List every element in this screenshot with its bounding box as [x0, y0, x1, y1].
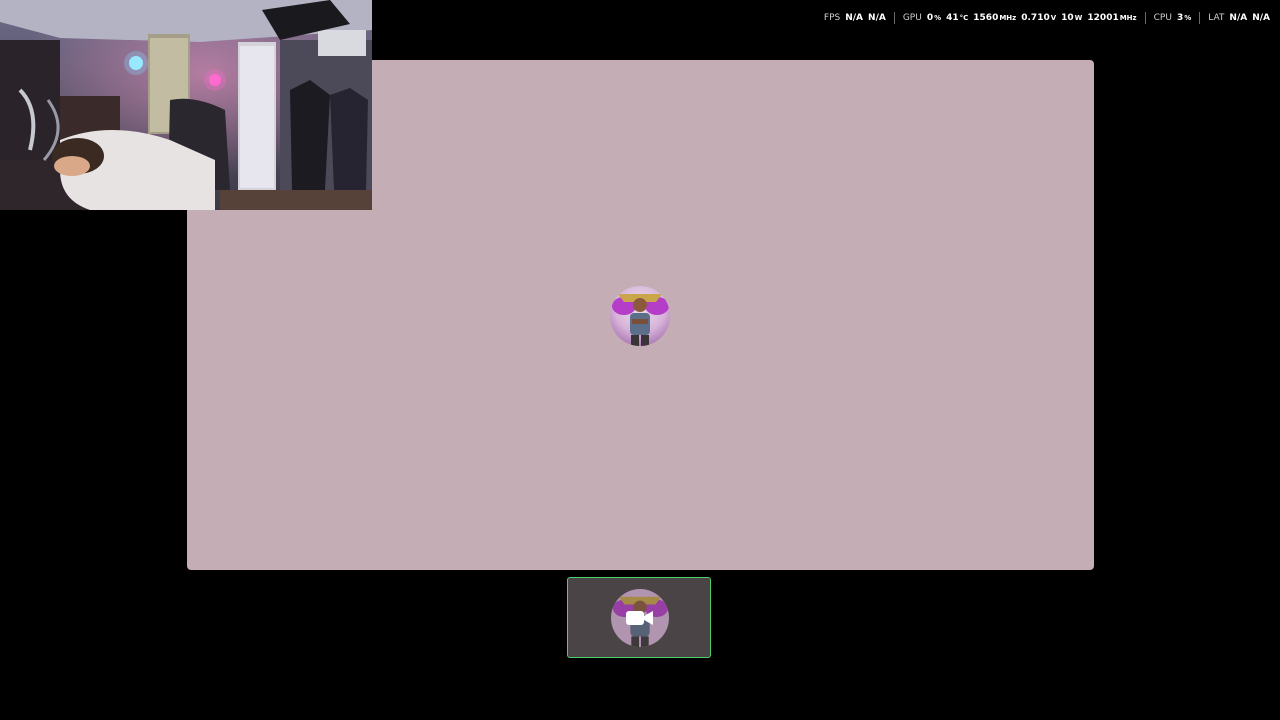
gpu-usage-unit: % — [934, 14, 942, 22]
gpu-label: GPU — [902, 13, 922, 23]
gpu-memclock-unit: MHz — [1119, 14, 1137, 22]
avatar-photo-icon — [610, 286, 670, 346]
perf-gpu: GPU 0% 41°C 1560MHz 0.710V 10W 12001MHz — [895, 11, 1145, 25]
webcam-overlay — [0, 0, 372, 210]
screen: FPS N/A N/A GPU 0% 41°C 1560MHz 0.710V 1… — [0, 0, 1280, 720]
gpu-temp-value: 41 — [946, 13, 959, 23]
self-view-thumbnail[interactable] — [567, 577, 711, 658]
video-camera-icon — [626, 611, 653, 625]
user-avatar — [610, 286, 670, 346]
fps-label: FPS — [823, 13, 841, 23]
fps-low-value: N/A — [868, 13, 886, 23]
cpu-usage-unit: % — [1184, 14, 1192, 22]
perf-latency: LAT N/A N/A — [1200, 11, 1270, 25]
gpu-clock-unit: MHz — [999, 14, 1017, 22]
webcam-feed — [0, 0, 372, 210]
perf-cpu: CPU 3% — [1146, 11, 1200, 25]
cpu-label: CPU — [1153, 13, 1172, 23]
gpu-voltage-value: 0.710 — [1021, 13, 1050, 23]
gpu-temp-unit: °C — [959, 14, 969, 22]
gpu-power-unit: W — [1074, 14, 1083, 22]
cpu-usage-value: 3 — [1176, 13, 1184, 23]
performance-overlay: FPS N/A N/A GPU 0% 41°C 1560MHz 0.710V 1… — [816, 11, 1270, 25]
gpu-clock-value: 1560 — [973, 13, 999, 23]
perf-fps: FPS N/A N/A — [816, 11, 894, 25]
gpu-usage-value: 0 — [926, 13, 934, 23]
lat-value: N/A — [1229, 13, 1248, 23]
gpu-memclock-value: 12001 — [1087, 13, 1119, 23]
lat-value-2: N/A — [1252, 13, 1270, 23]
fps-value: N/A — [845, 13, 864, 23]
gpu-voltage-unit: V — [1050, 14, 1057, 22]
gpu-power-value: 10 — [1061, 13, 1074, 23]
lat-label: LAT — [1208, 13, 1225, 23]
